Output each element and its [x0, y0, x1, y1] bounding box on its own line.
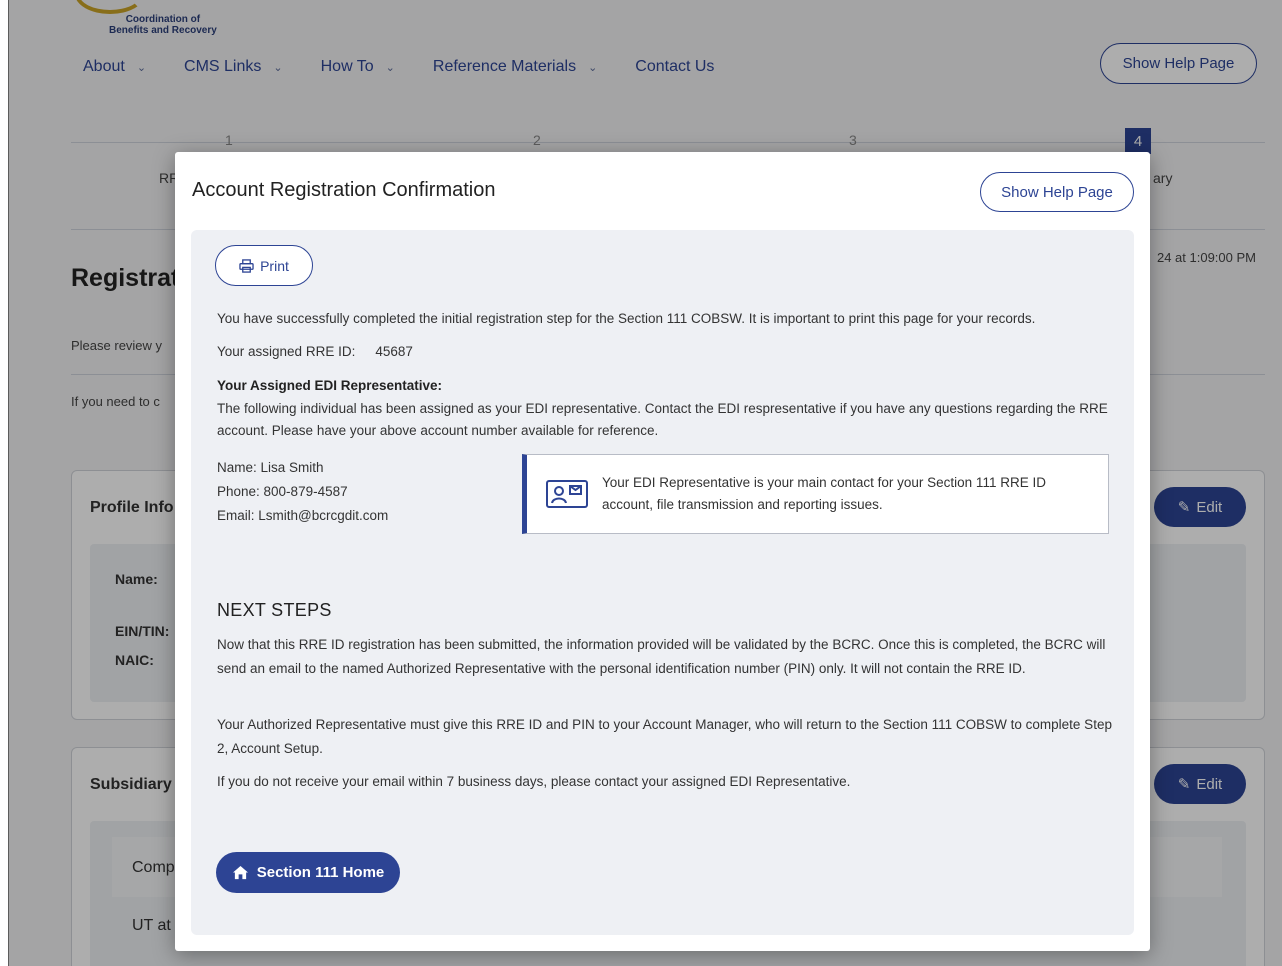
account-registration-confirmation-modal: Account Registration Confirmation Show H…	[175, 152, 1150, 951]
contact-card-icon	[546, 480, 588, 508]
callout-text: Your EDI Representative is your main con…	[602, 475, 1046, 512]
print-label: Print	[260, 257, 289, 274]
edi-contact-phone: Phone: 800-879-4587	[217, 484, 348, 499]
next-steps-paragraph-3: If you do not receive your email within …	[217, 774, 851, 789]
edi-contact-info: Name: Lisa Smith Phone: 800-879-4587 Ema…	[217, 456, 388, 528]
next-steps-paragraph-2: Your Authorized Representative must give…	[217, 717, 1112, 756]
edi-contact-email: Email: Lsmith@bcrcgdit.com	[217, 508, 389, 523]
edi-info-callout: Your EDI Representative is your main con…	[522, 454, 1109, 534]
next-steps-title: NEXT STEPS	[217, 600, 332, 620]
next-steps-paragraph-1: Now that this RRE ID registration has be…	[217, 637, 1106, 676]
modal-body: Print You have successfully completed th…	[191, 230, 1134, 935]
printer-icon	[239, 258, 254, 273]
section-111-home-button[interactable]: Section 111 Home	[216, 852, 400, 893]
rre-id-row: Your assigned RRE ID: 45687	[217, 341, 413, 363]
rre-id-value: 45687	[375, 344, 413, 359]
edi-contact-name: Name: Lisa Smith	[217, 460, 324, 475]
home-button-label: Section 111 Home	[256, 864, 385, 881]
home-icon	[232, 865, 248, 880]
edi-rep-heading: Your Assigned EDI Representative:	[217, 378, 443, 393]
modal-show-help-page-button[interactable]: Show Help Page	[980, 172, 1134, 212]
rre-id-label: Your assigned RRE ID:	[217, 344, 356, 359]
success-message: You have successfully completed the init…	[217, 311, 1036, 326]
edi-rep-description: The following individual has been assign…	[217, 401, 1108, 438]
print-button[interactable]: Print	[215, 245, 313, 286]
modal-title: Account Registration Confirmation	[192, 179, 496, 201]
